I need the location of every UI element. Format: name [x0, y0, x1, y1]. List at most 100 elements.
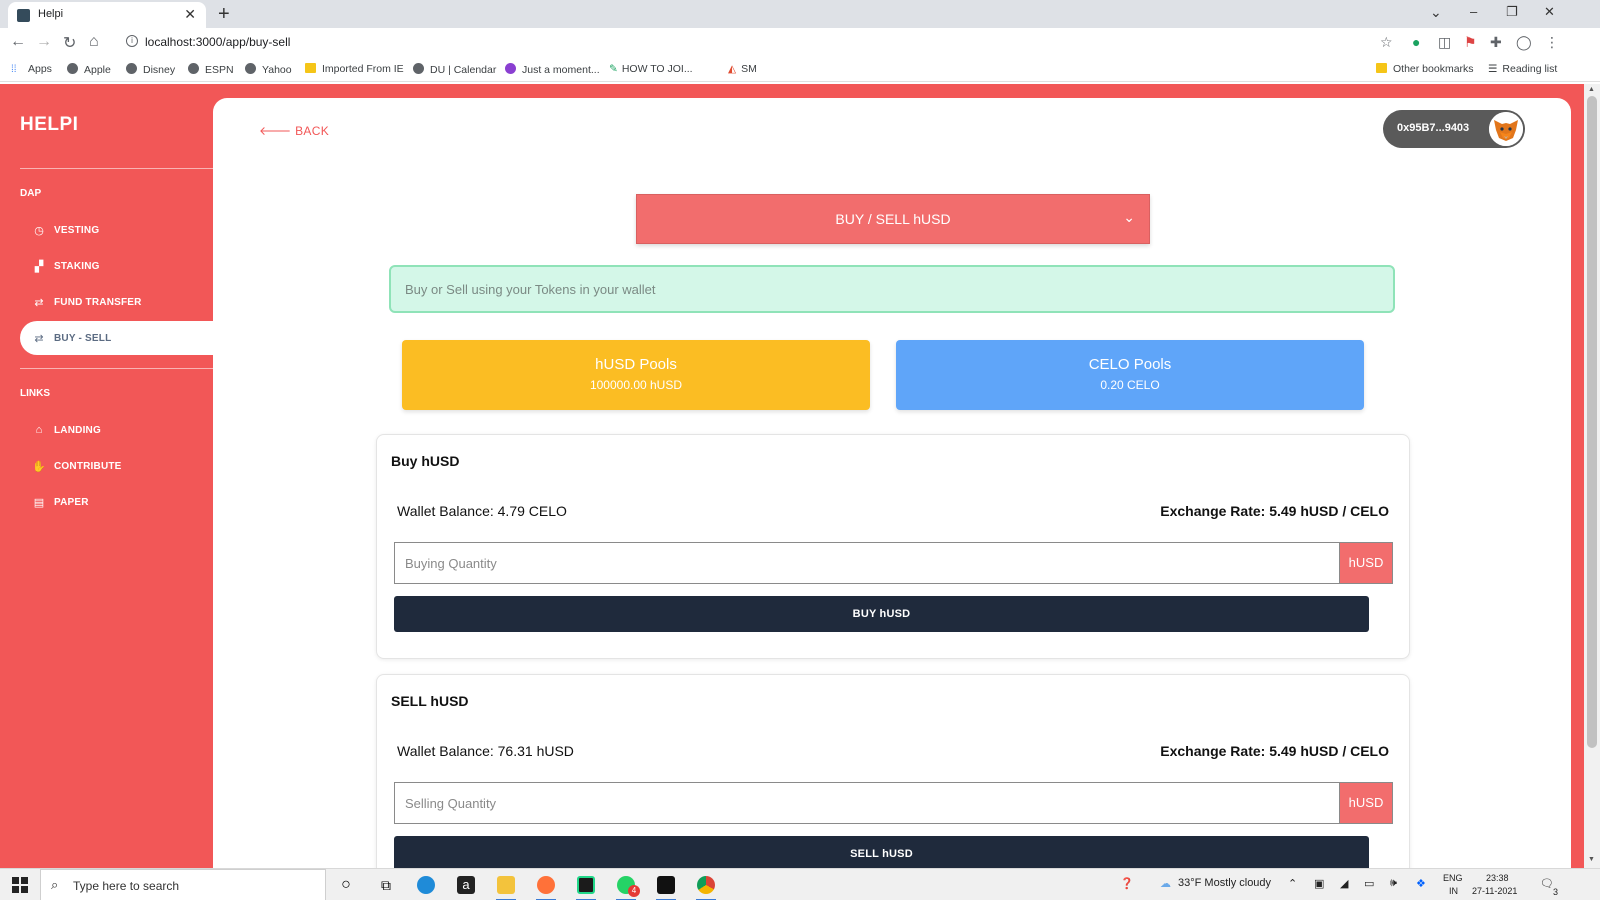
- new-tab-button[interactable]: +: [218, 2, 230, 26]
- sidebar-item-contribute[interactable]: ✋ CONTRIBUTE: [20, 449, 213, 483]
- back-arrow-icon[interactable]: ←: [10, 33, 26, 51]
- buying-quantity-input[interactable]: [394, 542, 1339, 584]
- grammarly-extension-icon[interactable]: ●: [1412, 34, 1420, 50]
- sidebar-item-fund-transfer[interactable]: ⇄ FUND TRANSFER: [20, 285, 213, 319]
- sell-wallet-balance: Wallet Balance: 76.31 hUSD: [397, 743, 574, 759]
- sidebar-item-vesting[interactable]: ◷ VESTING: [20, 213, 213, 247]
- sell-husd-button[interactable]: SELL hUSD: [394, 836, 1369, 868]
- weather-status[interactable]: 33°F Mostly cloudy: [1178, 877, 1271, 889]
- bookmark-espn[interactable]: ESPN: [188, 63, 234, 76]
- chart-icon: ◭: [728, 63, 737, 75]
- scrollbar-thumb[interactable]: [1587, 96, 1597, 748]
- sidebar-item-label: PAPER: [54, 496, 89, 508]
- chevron-up-icon[interactable]: ⌃: [1288, 877, 1297, 890]
- clock-date: 27-11-2021: [1472, 886, 1518, 896]
- sidebar-item-landing[interactable]: ⌂ LANDING: [20, 413, 213, 447]
- file-explorer-icon[interactable]: [492, 873, 520, 900]
- pycharm-icon[interactable]: [572, 873, 600, 900]
- browser-menu-icon[interactable]: ⋮: [1545, 34, 1559, 51]
- bookmark-apple[interactable]: Apple: [67, 63, 111, 76]
- sidebar-item-buy-sell[interactable]: ⇄ BUY - SELL: [20, 321, 213, 355]
- sidebar-item-paper[interactable]: ▤ PAPER: [20, 485, 213, 519]
- reading-list[interactable]: ☰ Reading list: [1488, 63, 1557, 75]
- chevron-down-icon: ⌄: [1123, 209, 1135, 225]
- bookmark-yahoo[interactable]: Yahoo: [245, 63, 292, 76]
- globe-icon: [245, 63, 256, 74]
- forward-arrow-icon[interactable]: →: [36, 33, 52, 51]
- notification-center-icon[interactable]: 🗨: [1540, 877, 1554, 890]
- sidebar-heading-links: LINKS: [20, 388, 50, 399]
- bookmark-apps[interactable]: ⁞⁞ Apps: [11, 63, 52, 75]
- battery-icon[interactable]: ▭: [1364, 877, 1374, 890]
- extension-icon[interactable]: ⚑: [1464, 34, 1477, 51]
- weather-icon: ☁: [1160, 878, 1171, 890]
- home-icon[interactable]: ⌂: [89, 33, 99, 51]
- meet-now-icon[interactable]: ▣: [1314, 877, 1324, 890]
- minimize-button[interactable]: –: [1470, 4, 1477, 19]
- buy-husd-button[interactable]: BUY hUSD: [394, 596, 1369, 632]
- whatsapp-icon[interactable]: 4: [612, 873, 640, 900]
- bookmark-how-to-join[interactable]: ✎ HOW TO JOI...: [609, 63, 693, 75]
- globe-icon: [126, 63, 137, 74]
- scroll-up-arrow-icon[interactable]: ▲: [1588, 86, 1595, 93]
- clock-time[interactable]: 23:38: [1486, 873, 1509, 883]
- taskbar-search-placeholder: Type here to search: [73, 879, 180, 893]
- tab-search-icon[interactable]: ⌄: [1430, 4, 1442, 21]
- dropbox-icon[interactable]: ❖: [1416, 877, 1426, 890]
- terminal-icon[interactable]: [652, 873, 680, 900]
- sell-exchange-rate: Exchange Rate: 5.49 hUSD / CELO: [1160, 743, 1389, 759]
- windows-start-icon[interactable]: [12, 877, 28, 893]
- bookmark-du-calendar[interactable]: DU | Calendar: [413, 63, 496, 76]
- cortana-icon[interactable]: ○: [332, 873, 360, 897]
- scroll-down-arrow-icon[interactable]: ▼: [1588, 856, 1595, 863]
- address-bar[interactable]: localhost:3000/app/buy-sell: [145, 35, 290, 49]
- pocket-extension-icon[interactable]: ◫: [1438, 34, 1451, 51]
- sidebar-item-label: LANDING: [54, 424, 101, 436]
- bookmark-disney[interactable]: Disney: [126, 63, 175, 76]
- help-icon[interactable]: ❓: [1120, 877, 1134, 890]
- bookmark-star-icon[interactable]: ☆: [1380, 34, 1393, 51]
- site-info-icon[interactable]: i: [126, 35, 138, 47]
- bookmark-imported-from-ie[interactable]: Imported From IE: [305, 63, 404, 75]
- tab-close-icon[interactable]: ✕: [184, 6, 196, 23]
- exchange-icon: ⇄: [34, 296, 44, 309]
- info-banner: Buy or Sell using your Tokens in your wa…: [389, 265, 1395, 313]
- sell-card-title: SELL hUSD: [391, 693, 469, 709]
- sidebar-item-label: CONTRIBUTE: [54, 460, 122, 472]
- handshake-icon: ✋: [32, 460, 46, 473]
- page-scrollbar[interactable]: ▲ ▼: [1584, 84, 1600, 868]
- search-icon: ⌕: [51, 877, 59, 892]
- pool-title: hUSD Pools: [595, 356, 677, 373]
- bookmark-just-a-moment[interactable]: Just a moment...: [505, 63, 600, 76]
- sell-unit-badge: hUSD: [1339, 782, 1393, 824]
- volume-icon[interactable]: 🕪: [1390, 877, 1397, 890]
- amazon-icon[interactable]: a: [452, 873, 480, 897]
- bookmark-sm[interactable]: ◭ SM: [728, 63, 757, 75]
- metamask-fox-icon: [1489, 112, 1523, 146]
- close-window-button[interactable]: ✕: [1544, 4, 1555, 20]
- restore-button[interactable]: ❐: [1506, 4, 1518, 20]
- reload-icon[interactable]: ↻: [63, 33, 76, 53]
- profile-avatar-icon[interactable]: ◯: [1516, 34, 1532, 51]
- buy-unit-badge: hUSD: [1339, 542, 1393, 584]
- sidebar-item-staking[interactable]: ▞ STAKING: [20, 249, 213, 283]
- brand-logo[interactable]: HELPI: [20, 114, 78, 136]
- sidebar-item-label: STAKING: [54, 260, 100, 272]
- mode-select-dropdown[interactable]: BUY / SELL hUSD ⌄: [636, 194, 1150, 244]
- wallet-connect-button[interactable]: 0x95B7...9403: [1383, 110, 1525, 148]
- selling-quantity-input[interactable]: [394, 782, 1339, 824]
- taskbar-search-box[interactable]: ⌕ Type here to search: [40, 869, 326, 900]
- firefox-icon[interactable]: [532, 873, 560, 900]
- back-link[interactable]: 🡐 BACK: [259, 123, 329, 138]
- edge-icon[interactable]: [412, 873, 440, 897]
- main-content: 🡐 BACK 0x95B7...9403 BUY / SELL hUSD ⌄ B…: [213, 98, 1571, 868]
- chrome-icon[interactable]: [692, 873, 720, 900]
- other-bookmarks[interactable]: Other bookmarks: [1376, 63, 1474, 75]
- language-indicator[interactable]: ENG: [1443, 873, 1463, 883]
- folder-icon: [305, 63, 316, 73]
- browser-tab-helpi[interactable]: Helpi ✕: [8, 2, 206, 28]
- sidebar-item-label: VESTING: [54, 224, 100, 236]
- puzzle-extensions-icon[interactable]: ✚: [1490, 34, 1502, 51]
- task-view-icon[interactable]: ⧉: [372, 873, 400, 897]
- network-icon[interactable]: ◢: [1340, 877, 1348, 890]
